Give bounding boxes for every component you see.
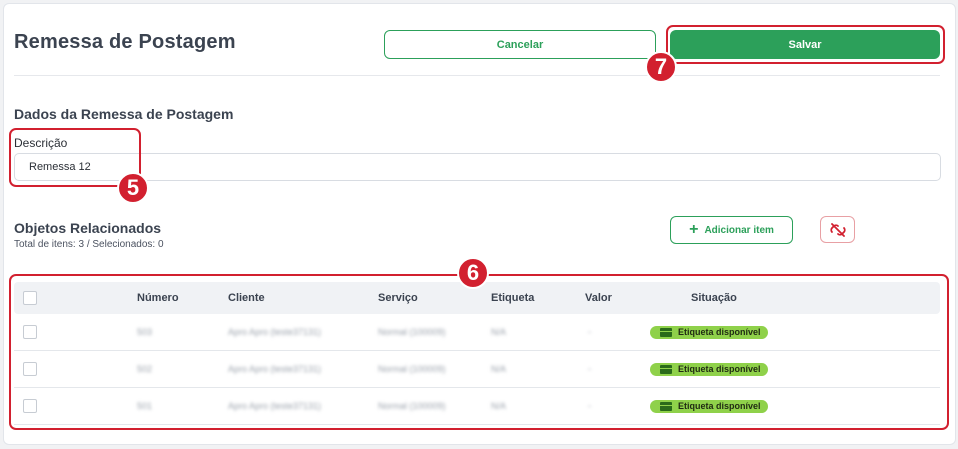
status-badge: Etiqueta disponível	[650, 325, 768, 339]
col-situacao: Situação	[691, 292, 737, 304]
status-label: Etiqueta disponível	[678, 364, 761, 374]
annotation-marker-7: 7	[645, 51, 677, 83]
objects-title: Objetos Relacionados	[14, 220, 162, 236]
package-icon	[660, 364, 672, 374]
cell-etiqueta: N/A	[491, 327, 507, 337]
cell-cliente: Apro Apro (teste37131)	[228, 364, 322, 374]
cell-valor: -	[588, 364, 591, 374]
status-label: Etiqueta disponível	[678, 327, 761, 337]
table-row: 502 Apro Apro (teste37131) Normal (10000…	[14, 351, 940, 388]
cell-servico: Normal (100009)	[378, 401, 446, 411]
cancel-button[interactable]: Cancelar	[384, 30, 656, 59]
add-item-label: Adicionar item	[704, 224, 774, 236]
page-title: Remessa de Postagem	[14, 31, 236, 53]
objects-table: Número Cliente Serviço Etiqueta Valor Si…	[14, 282, 940, 425]
objects-count: Total de itens: 3 / Selecionados: 0	[14, 239, 164, 250]
col-etiqueta: Etiqueta	[491, 292, 535, 304]
cell-numero: 501	[137, 401, 153, 411]
status-badge: Etiqueta disponível	[650, 362, 768, 376]
annotation-marker-6: 6	[457, 257, 489, 289]
cell-cliente: Apro Apro (teste37131)	[228, 327, 322, 337]
description-label: Descrição	[14, 136, 68, 150]
package-icon	[660, 401, 672, 411]
unlink-icon	[829, 222, 846, 237]
cell-numero: 502	[137, 364, 153, 374]
cell-etiqueta: N/A	[491, 401, 507, 411]
header-divider	[14, 75, 940, 76]
cell-servico: Normal (100009)	[378, 364, 446, 374]
add-item-button[interactable]: + Adicionar item	[670, 216, 793, 244]
plus-icon: +	[689, 221, 699, 238]
table-row: 503 Apro Apro (teste37131) Normal (10000…	[14, 314, 940, 351]
package-icon	[660, 327, 672, 337]
row-checkbox[interactable]	[23, 325, 37, 339]
row-checkbox[interactable]	[23, 399, 37, 413]
select-all-checkbox[interactable]	[23, 291, 37, 305]
cell-valor: -	[588, 327, 591, 337]
table-row: 501 Apro Apro (teste37131) Normal (10000…	[14, 388, 940, 425]
description-input[interactable]	[14, 153, 941, 181]
status-badge: Etiqueta disponível	[650, 399, 768, 413]
cell-numero: 503	[137, 327, 153, 337]
row-checkbox[interactable]	[23, 362, 37, 376]
cell-cliente: Apro Apro (teste37131)	[228, 401, 322, 411]
col-valor: Valor	[585, 292, 612, 304]
col-cliente: Cliente	[228, 292, 265, 304]
status-label: Etiqueta disponível	[678, 401, 761, 411]
cell-valor: -	[588, 401, 591, 411]
section-title: Dados da Remessa de Postagem	[14, 106, 234, 122]
unlink-button[interactable]	[820, 216, 855, 243]
cell-etiqueta: N/A	[491, 364, 507, 374]
save-button[interactable]: Salvar	[670, 30, 940, 59]
col-servico: Serviço	[378, 292, 418, 304]
cell-servico: Normal (100009)	[378, 327, 446, 337]
col-numero: Número	[137, 292, 179, 304]
annotation-marker-5: 5	[117, 172, 149, 204]
